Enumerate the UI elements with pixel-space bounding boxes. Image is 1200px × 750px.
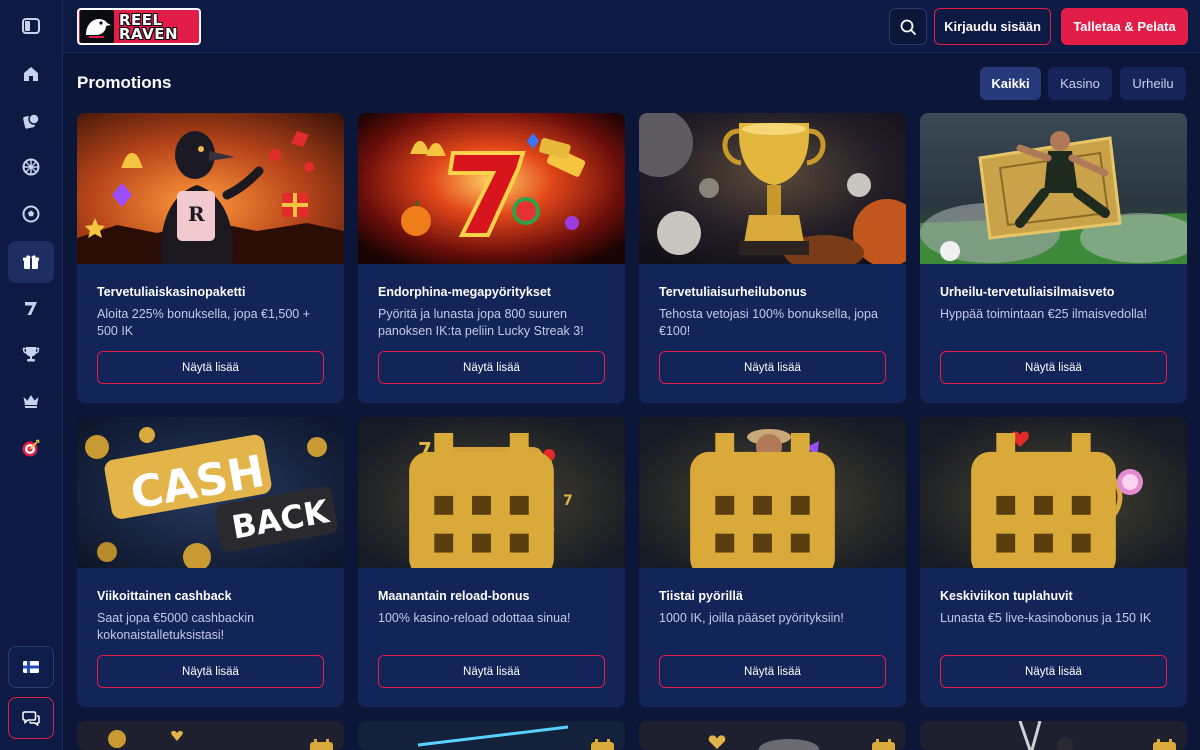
- calendar-badge-icon: [971, 433, 1116, 568]
- sidebar: [0, 0, 63, 750]
- sidebar-toggle-icon: [22, 18, 40, 34]
- promo-card: R Tervetuliaiskasinopaketti Aloita 225% …: [77, 113, 344, 403]
- sidebar-item-home[interactable]: [8, 53, 54, 95]
- promo-description: Hyppää toimintaan €25 ilmaisvedolla!: [940, 307, 1148, 321]
- casino-chips-icon: [23, 113, 40, 129]
- promo-card: Urheilu-tervetuliaisilmaisveto Hyppää to…: [920, 113, 1187, 403]
- calendar-badge-icon: [409, 433, 554, 568]
- promo-description: Lunasta €5 live-kasinobonus ja 150 IK: [940, 611, 1152, 625]
- sidebar-item-live-casino[interactable]: [8, 146, 54, 188]
- promo-image-sports-freebet: [920, 113, 1187, 264]
- sidebar-item-tournaments[interactable]: [8, 333, 54, 375]
- promo-image-monday-reload: 777 7 7: [358, 417, 625, 568]
- live-chat-button[interactable]: [8, 697, 54, 739]
- slot-seven-icon: [25, 302, 37, 315]
- show-more-button[interactable]: Näytä lisää: [97, 351, 324, 384]
- promo-card-partial: [639, 721, 906, 750]
- promo-description: Pyöritä ja lunasta jopa 800 suuren panok…: [378, 307, 584, 338]
- logo-wordmark: REEL RAVEN: [119, 12, 179, 43]
- promo-description: 100% kasino-reload odottaa sinua!: [378, 611, 571, 625]
- chat-icon: [22, 711, 40, 727]
- top-bar: REEL RAVEN Kirjaudu sisään Talletaa & Pe…: [63, 0, 1200, 53]
- promo-title: Viikoittainen cashback: [97, 589, 232, 603]
- raven-logo-icon: [80, 10, 114, 43]
- show-more-button[interactable]: Näytä lisää: [940, 655, 1167, 688]
- filter-tab-all[interactable]: Kaikki: [980, 67, 1041, 100]
- calendar-badge-icon: [1153, 739, 1176, 750]
- soccer-ball-icon: [22, 205, 40, 223]
- sidebar-item-promotions[interactable]: [8, 241, 54, 283]
- login-button[interactable]: Kirjaudu sisään: [934, 8, 1051, 45]
- promo-card: Endorphina-megapyöritykset Pyöritä ja lu…: [358, 113, 625, 403]
- promo-description: Tehosta vetojasi 100% bonuksella, jopa €…: [659, 307, 878, 338]
- promo-image-partial: [358, 721, 625, 750]
- promo-card: Tervetuliaisurheilubonus Tehosta vetojas…: [639, 113, 906, 403]
- show-more-button[interactable]: Näytä lisää: [940, 351, 1167, 384]
- promo-image-tuesday-spins: 7 7: [639, 417, 906, 568]
- promo-card: 777 7 7 Maanantain reload-bonus 100% kas…: [358, 417, 625, 707]
- reel-raven-logo[interactable]: REEL RAVEN: [77, 8, 201, 45]
- show-more-button[interactable]: Näytä lisää: [378, 351, 605, 384]
- promo-image-welcome-sports: [639, 113, 906, 264]
- promo-card-partial: [358, 721, 625, 750]
- show-more-button[interactable]: Näytä lisää: [659, 351, 886, 384]
- promo-card: 7 7 Tiistai pyörillä 1000 IK, joilla pää…: [639, 417, 906, 707]
- page-title: Promotions: [77, 73, 172, 92]
- filter-tab-casino[interactable]: Kasino: [1048, 67, 1112, 100]
- show-more-button[interactable]: Näytä lisää: [378, 655, 605, 688]
- promo-image-cashback: CASH BACK: [77, 417, 344, 568]
- deposit-play-button[interactable]: Talletaa & Pelata: [1061, 8, 1188, 45]
- crown-icon: [23, 395, 39, 408]
- language-selector-button[interactable]: [8, 646, 54, 688]
- promo-card: CASH BACK Viikoittainen cashback Saat jo…: [77, 417, 344, 707]
- sidebar-item-slots[interactable]: [8, 287, 54, 329]
- promo-description: Saat jopa €5000 cashbackin kokonaistalle…: [97, 611, 255, 642]
- show-more-button[interactable]: Näytä lisää: [659, 655, 886, 688]
- promo-card-partial: [77, 721, 344, 750]
- promo-card-partial: [920, 721, 1187, 750]
- show-more-button[interactable]: Näytä lisää: [97, 655, 324, 688]
- promo-title: Tiistai pyörillä: [659, 589, 743, 603]
- promo-description: 1000 IK, joilla pääset pyörityksiin!: [659, 611, 844, 625]
- roulette-icon: [22, 158, 40, 176]
- sidebar-item-vip[interactable]: [8, 380, 54, 422]
- promo-description: Aloita 225% bonuksella, jopa €1,500 + 50…: [97, 307, 311, 338]
- promo-title: Maanantain reload-bonus: [378, 589, 530, 603]
- calendar-badge-icon: [591, 739, 614, 750]
- promo-image-wednesday-double: [920, 417, 1187, 568]
- sidebar-item-sports[interactable]: [8, 193, 54, 235]
- home-icon: [24, 67, 38, 81]
- promo-title: Tervetuliaiskasinopaketti: [97, 285, 246, 299]
- filter-tab-sports[interactable]: Urheilu: [1120, 67, 1186, 100]
- gift-icon: [23, 255, 39, 269]
- promo-title: Tervetuliaisurheilubonus: [659, 285, 807, 299]
- promo-image-partial: [920, 721, 1187, 750]
- sidebar-item-missions[interactable]: [8, 427, 54, 469]
- promo-image-endorphina: [358, 113, 625, 264]
- sidebar-item-casino[interactable]: [8, 100, 54, 142]
- promo-title: Urheilu-tervetuliaisilmaisveto: [940, 285, 1115, 299]
- target-icon: [22, 439, 40, 457]
- promo-image-partial: [639, 721, 906, 750]
- calendar-badge-icon: [872, 739, 895, 750]
- promo-image-welcome-casino: R: [77, 113, 344, 264]
- search-button[interactable]: [889, 8, 927, 45]
- trophy-icon: [22, 347, 40, 362]
- promo-image-partial: [77, 721, 344, 750]
- promo-title: Keskiviikon tuplahuvit: [940, 589, 1073, 603]
- logo-text-bottom: RAVEN: [119, 24, 179, 43]
- raven-shirt-letter: R: [188, 202, 205, 226]
- finland-flag-icon: [23, 661, 39, 673]
- calendar-badge-icon: [690, 433, 835, 568]
- sidebar-toggle-button[interactable]: [8, 5, 54, 47]
- search-icon: [900, 19, 916, 35]
- calendar-badge-icon: [310, 739, 333, 750]
- promo-card: Keskiviikon tuplahuvit Lunasta €5 live-k…: [920, 417, 1187, 707]
- promo-title: Endorphina-megapyöritykset: [378, 285, 551, 299]
